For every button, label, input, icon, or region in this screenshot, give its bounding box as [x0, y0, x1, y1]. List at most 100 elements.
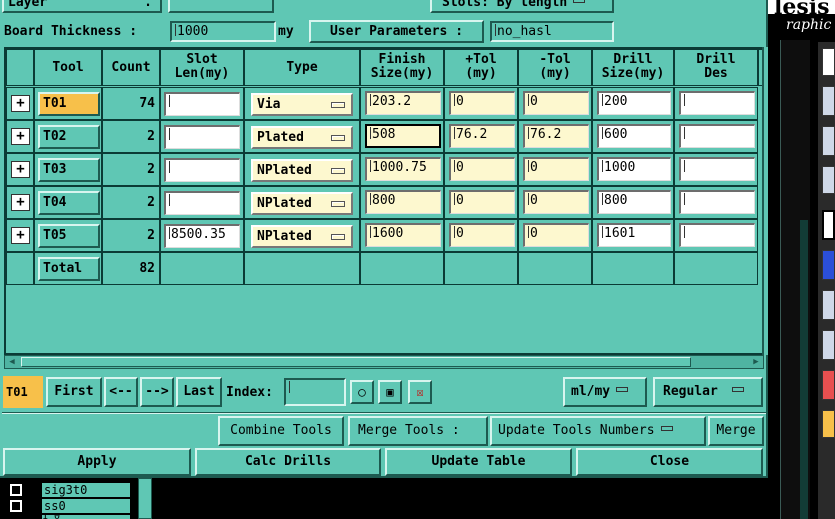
- drill-des-input[interactable]: [679, 91, 755, 115]
- minus-tol-input[interactable]: 0: [523, 223, 589, 247]
- type-selector[interactable]: NPlated: [251, 225, 353, 248]
- apply-button[interactable]: Apply: [3, 448, 191, 476]
- horizontal-scrollbar[interactable]: ◀ ▶: [4, 355, 764, 369]
- expand-icon[interactable]: +: [11, 194, 30, 211]
- prev-button[interactable]: <--: [104, 377, 138, 407]
- user-parameters-input[interactable]: no_hasl: [490, 21, 614, 42]
- close-button[interactable]: Close: [576, 448, 763, 476]
- toolbar-icon-4[interactable]: [822, 166, 835, 194]
- calc-drills-button[interactable]: Calc Drills: [195, 448, 381, 476]
- drill-size-input[interactable]: 1601: [597, 223, 671, 247]
- toolbar-icon-1[interactable]: [822, 48, 835, 76]
- expand-icon[interactable]: +: [11, 227, 30, 244]
- index-input[interactable]: [284, 378, 346, 406]
- minus-tol-input[interactable]: 0: [523, 91, 589, 115]
- drill-size-cell: 800: [592, 186, 674, 219]
- total-count: 82: [102, 252, 160, 285]
- type-value: NPlated: [257, 229, 312, 244]
- chevron-down-icon: [660, 426, 673, 431]
- tool-button[interactable]: T04: [38, 191, 100, 215]
- toolbar-icon-2[interactable]: [822, 86, 835, 116]
- type-selector[interactable]: Via: [251, 93, 353, 116]
- minus-tol-input[interactable]: 0: [523, 157, 589, 181]
- drill-size-input[interactable]: 200: [597, 91, 671, 115]
- update-table-button[interactable]: Update Table: [385, 448, 572, 476]
- finish-size-cell: 203.2: [360, 87, 444, 120]
- layer-list-scrollbar[interactable]: [138, 478, 152, 519]
- plus-tol-input[interactable]: 0: [449, 91, 515, 115]
- expand-icon[interactable]: +: [11, 95, 30, 112]
- toolbar-icon-7[interactable]: [822, 290, 835, 320]
- finish-size-input[interactable]: 203.2: [365, 91, 441, 115]
- slot-len-input[interactable]: [164, 92, 240, 116]
- finish-size-input[interactable]: 800: [365, 190, 441, 214]
- finish-size-input[interactable]: 508: [365, 124, 441, 148]
- merge-button[interactable]: Merge: [708, 416, 764, 446]
- first-button[interactable]: First: [46, 377, 102, 407]
- slot-len-input[interactable]: [164, 158, 240, 182]
- finish-size-input[interactable]: 1600: [365, 223, 441, 247]
- slot-len-input[interactable]: 8500.35: [164, 224, 240, 248]
- bulb-icon[interactable]: ◯: [350, 380, 374, 404]
- layer-value[interactable]: [168, 0, 274, 13]
- select-icon[interactable]: ▣: [378, 380, 402, 404]
- minus-tol-input[interactable]: 76.2: [523, 124, 589, 148]
- drill-size-input[interactable]: 600: [597, 124, 671, 148]
- drill-des-input[interactable]: [679, 190, 755, 214]
- layer-list-item[interactable]: sig3t0: [10, 483, 130, 498]
- slot-len-input[interactable]: [164, 125, 240, 149]
- drill-size-input[interactable]: 800: [597, 190, 671, 214]
- layer-list-item[interactable]: 1 0: [10, 515, 130, 519]
- scrollbar-thumb[interactable]: [21, 357, 691, 367]
- plus-tol-input[interactable]: 76.2: [449, 124, 515, 148]
- layer-list-item[interactable]: ss0: [10, 499, 130, 514]
- plus-tol-cell: 0: [444, 219, 518, 252]
- board-thickness-input[interactable]: 1000: [170, 21, 276, 42]
- scroll-left-arrow[interactable]: ◀: [6, 357, 18, 367]
- combine-tools-button[interactable]: Combine Tools: [218, 416, 344, 446]
- vertical-scrollbar[interactable]: [762, 47, 768, 355]
- toolbar-icon-9[interactable]: [822, 370, 835, 400]
- delete-icon[interactable]: ☒: [408, 380, 432, 404]
- drill-des-input[interactable]: [679, 124, 755, 148]
- next-button[interactable]: -->: [140, 377, 174, 407]
- plus-tol-input[interactable]: 0: [449, 190, 515, 214]
- scroll-right-arrow[interactable]: ▶: [750, 357, 762, 367]
- toolbar-icon-10[interactable]: [822, 410, 835, 438]
- user-parameters-button[interactable]: User Parameters :: [309, 20, 484, 43]
- drill-des-input[interactable]: [679, 223, 755, 247]
- type-selector[interactable]: NPlated: [251, 192, 353, 215]
- plus-tol-input[interactable]: 0: [449, 223, 515, 247]
- plus-tol-input[interactable]: 0: [449, 157, 515, 181]
- expand-icon[interactable]: +: [11, 161, 30, 178]
- update-tools-numbers-selector[interactable]: Update Tools Numbers: [490, 416, 706, 446]
- tool-button[interactable]: T03: [38, 158, 100, 182]
- finish-size-cell: 800: [360, 186, 444, 219]
- drill-des-input[interactable]: [679, 157, 755, 181]
- toolbar-icon-6[interactable]: [822, 250, 835, 280]
- tool-button[interactable]: T02: [38, 125, 100, 149]
- tool-button[interactable]: T05: [38, 224, 100, 248]
- count-cell: 2: [102, 219, 160, 252]
- finish-size-input[interactable]: 1000.75: [365, 157, 441, 181]
- layer-name: sig3t0: [42, 483, 130, 497]
- toolbar-icon-5[interactable]: [822, 210, 835, 240]
- type-selector[interactable]: Plated: [251, 126, 353, 149]
- minus-tol-input[interactable]: 0: [523, 190, 589, 214]
- layer-label: Layer.: [2, 0, 162, 13]
- tool-button[interactable]: T01: [38, 92, 100, 116]
- units-selector[interactable]: ml/my: [563, 377, 647, 407]
- type-selector[interactable]: NPlated: [251, 159, 353, 182]
- toolbar-icon-8[interactable]: [822, 330, 835, 360]
- last-button[interactable]: Last: [176, 377, 222, 407]
- layer-checkbox[interactable]: [10, 484, 22, 496]
- slot-len-input[interactable]: [164, 191, 240, 215]
- drill-size-input[interactable]: 1000: [597, 157, 671, 181]
- minus-tol-cell: 0: [518, 219, 592, 252]
- mode-selector[interactable]: Regular: [653, 377, 763, 407]
- expand-icon[interactable]: +: [11, 128, 30, 145]
- drill-des-cell: [674, 153, 758, 186]
- layer-checkbox[interactable]: [10, 500, 22, 512]
- slots-selector[interactable]: Slots: By length: [430, 0, 614, 13]
- toolbar-icon-3[interactable]: [822, 126, 835, 156]
